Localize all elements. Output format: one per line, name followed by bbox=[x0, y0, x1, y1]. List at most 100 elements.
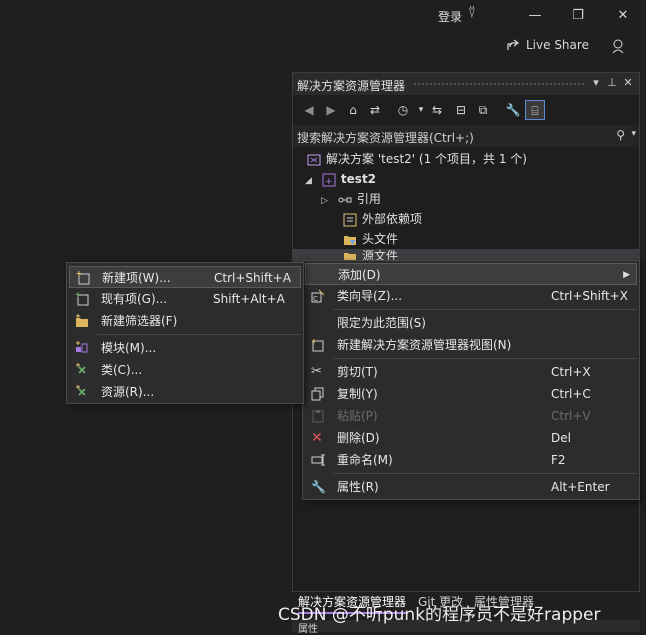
pin-icon[interactable]: ⊥ bbox=[605, 76, 619, 90]
menu-separator bbox=[333, 473, 637, 474]
sync-icon[interactable]: ⇆ bbox=[427, 100, 447, 120]
menu-item-shortcut: Ctrl+Shift+X bbox=[551, 289, 628, 303]
copy-icon bbox=[311, 387, 324, 401]
search-icon[interactable]: ⚲ bbox=[616, 128, 625, 142]
login-button[interactable]: 登录 bbox=[438, 8, 462, 25]
submenu-arrow-icon: ▶ bbox=[623, 270, 630, 280]
live-share-button[interactable]: Live Share bbox=[506, 38, 589, 52]
menu-item-label: 类向导(Z)... bbox=[337, 289, 403, 303]
menu-item-label: 限定为此范围(S) bbox=[337, 316, 426, 330]
svg-text:C: C bbox=[313, 295, 318, 303]
collapse-all-icon[interactable]: ⊟ bbox=[451, 100, 471, 120]
menu-item-cut[interactable]: ✂ 剪切(T) Ctrl+X bbox=[305, 361, 637, 383]
delete-icon: ✕ bbox=[311, 430, 323, 446]
resource-icon bbox=[76, 385, 86, 396]
menu-item-label: 新建项(W)... bbox=[102, 271, 171, 285]
menu-item-label: 新建筛选器(F) bbox=[101, 314, 178, 328]
solution-explorer-toolbar: ◀ ▶ ⌂ ⇄ ◷ ▾ ⇆ ⊟ ⧉ 🔧 ⌸ bbox=[293, 97, 639, 123]
module-icon bbox=[76, 341, 88, 353]
search-options-icon[interactable]: ▾ bbox=[631, 129, 636, 139]
submenu-item-new-filter[interactable]: 新建筛选器(F) bbox=[69, 310, 301, 332]
menu-item-delete[interactable]: ✕ 删除(D) Del bbox=[305, 427, 637, 449]
panel-grip[interactable] bbox=[413, 82, 585, 86]
panel-dropdown-icon[interactable]: ▾ bbox=[589, 76, 603, 90]
show-all-files-icon[interactable]: ⧉ bbox=[473, 100, 493, 120]
tree-item-headers[interactable]: 头文件 bbox=[343, 229, 398, 249]
properties-wrench-icon[interactable]: 🔧 bbox=[503, 100, 523, 120]
context-menu: 添加(D) ▶ C 类向导(Z)... Ctrl+Shift+X 限定为此范围(… bbox=[302, 260, 640, 500]
feedback-icon[interactable] bbox=[610, 38, 626, 57]
class-wizard-icon: C bbox=[311, 289, 325, 303]
home-icon[interactable]: ⌂ bbox=[343, 100, 363, 120]
minimize-button[interactable]: — bbox=[522, 4, 548, 28]
menu-item-paste[interactable]: 粘贴(P) Ctrl+V bbox=[305, 405, 637, 427]
new-view-icon bbox=[312, 339, 324, 352]
menu-item-label: 新建解决方案资源管理器视图(N) bbox=[337, 338, 512, 352]
submenu-item-class[interactable]: 类(C)... bbox=[69, 359, 301, 381]
menu-item-shortcut: Ctrl+C bbox=[551, 387, 591, 401]
tree-item-project[interactable]: ◢ + test2 bbox=[305, 169, 376, 189]
preview-icon[interactable]: ⌸ bbox=[525, 100, 545, 120]
filter-folder-icon bbox=[344, 235, 356, 246]
menu-item-label: 类(C)... bbox=[101, 363, 143, 377]
submenu-item-resource[interactable]: 资源(R)... bbox=[69, 381, 301, 403]
panel-close-icon[interactable]: ✕ bbox=[621, 76, 635, 90]
panel-title-bar: 解决方案资源管理器 ▾ ⊥ ✕ bbox=[293, 73, 639, 95]
menu-separator bbox=[333, 309, 637, 310]
tree-item-references[interactable]: ▷ 引用 bbox=[321, 189, 381, 209]
existing-item-icon bbox=[75, 292, 89, 306]
tree-item-solution[interactable]: 解决方案 'test2' (1 个项目，共 1 个) bbox=[307, 149, 527, 169]
menu-item-new-view[interactable]: 新建解决方案资源管理器视图(N) bbox=[305, 334, 637, 356]
search-placeholder: 搜索解决方案资源管理器(Ctrl+;) bbox=[297, 131, 474, 145]
menu-item-shortcut: Del bbox=[551, 431, 571, 445]
submenu-item-module[interactable]: 模块(M)... bbox=[69, 337, 301, 359]
paste-icon bbox=[312, 410, 324, 423]
restore-icon[interactable]: ❐ bbox=[565, 4, 591, 28]
account-icon[interactable]: ⍢ bbox=[468, 6, 476, 21]
menu-item-label: 现有项(G)... bbox=[101, 292, 168, 306]
collapse-arrow-icon[interactable]: ▷ bbox=[321, 196, 328, 206]
submenu-item-new-item[interactable]: 新建项(W)... Ctrl+Shift+A bbox=[69, 266, 301, 288]
dependency-icon bbox=[343, 213, 357, 226]
forward-icon[interactable]: ▶ bbox=[321, 100, 341, 120]
new-filter-icon bbox=[76, 314, 88, 327]
menu-item-shortcut: Alt+Enter bbox=[551, 480, 610, 494]
menu-item-label: 添加(D) bbox=[338, 268, 381, 282]
pending-changes-icon[interactable]: ◷ bbox=[393, 100, 413, 120]
tree-item-external-deps[interactable]: 外部依赖项 bbox=[343, 209, 422, 229]
tree-label: 引用 bbox=[356, 192, 381, 206]
panel-title: 解决方案资源管理器 bbox=[297, 79, 406, 93]
scissors-icon: ✂ bbox=[311, 364, 322, 379]
menu-item-shortcut: Ctrl+Shift+A bbox=[214, 271, 291, 285]
live-share-label: Live Share bbox=[526, 38, 589, 52]
close-window-button[interactable]: ✕ bbox=[610, 4, 636, 28]
watermark: CSDN @不听punk的程序员不是好rapper bbox=[278, 605, 601, 625]
menu-item-shortcut: Shift+Alt+A bbox=[213, 292, 285, 306]
menu-item-rename[interactable]: 重命名(M) F2 bbox=[305, 449, 637, 471]
tree-label: 解决方案 'test2' (1 个项目，共 1 个) bbox=[326, 152, 527, 166]
menu-item-copy[interactable]: 复制(Y) Ctrl+C bbox=[305, 383, 637, 405]
solution-icon bbox=[307, 154, 321, 165]
solution-search-box[interactable]: 搜索解决方案资源管理器(Ctrl+;) ⚲ ▾ bbox=[293, 125, 639, 147]
menu-item-label: 复制(Y) bbox=[337, 387, 378, 401]
menu-item-label: 删除(D) bbox=[337, 431, 380, 445]
submenu-item-existing-item[interactable]: 现有项(G)... Shift+Alt+A bbox=[69, 288, 301, 310]
wrench-icon: 🔧 bbox=[311, 480, 326, 494]
menu-item-add[interactable]: 添加(D) ▶ bbox=[305, 263, 637, 285]
menu-item-properties[interactable]: 🔧 属性(R) Alt+Enter bbox=[305, 476, 637, 498]
expand-arrow-icon[interactable]: ◢ bbox=[305, 176, 312, 186]
project-icon: + bbox=[322, 173, 336, 187]
switch-view-icon[interactable]: ⇄ bbox=[365, 100, 385, 120]
tree-label: 外部依赖项 bbox=[362, 212, 423, 226]
menu-separator bbox=[97, 334, 301, 335]
menu-item-label: 资源(R)... bbox=[101, 385, 155, 399]
menu-item-label: 属性(R) bbox=[337, 480, 379, 494]
add-submenu: 新建项(W)... Ctrl+Shift+A 现有项(G)... Shift+A… bbox=[66, 262, 304, 404]
menu-item-scope[interactable]: 限定为此范围(S) bbox=[305, 312, 637, 334]
menu-item-class-wizard[interactable]: C 类向导(Z)... Ctrl+Shift+X bbox=[305, 285, 637, 307]
tree-label: 头文件 bbox=[362, 232, 399, 246]
menu-item-shortcut: Ctrl+V bbox=[551, 409, 591, 423]
menu-item-label: 模块(M)... bbox=[101, 341, 157, 355]
svg-text:+: + bbox=[325, 177, 333, 187]
back-icon[interactable]: ◀ bbox=[299, 100, 319, 120]
